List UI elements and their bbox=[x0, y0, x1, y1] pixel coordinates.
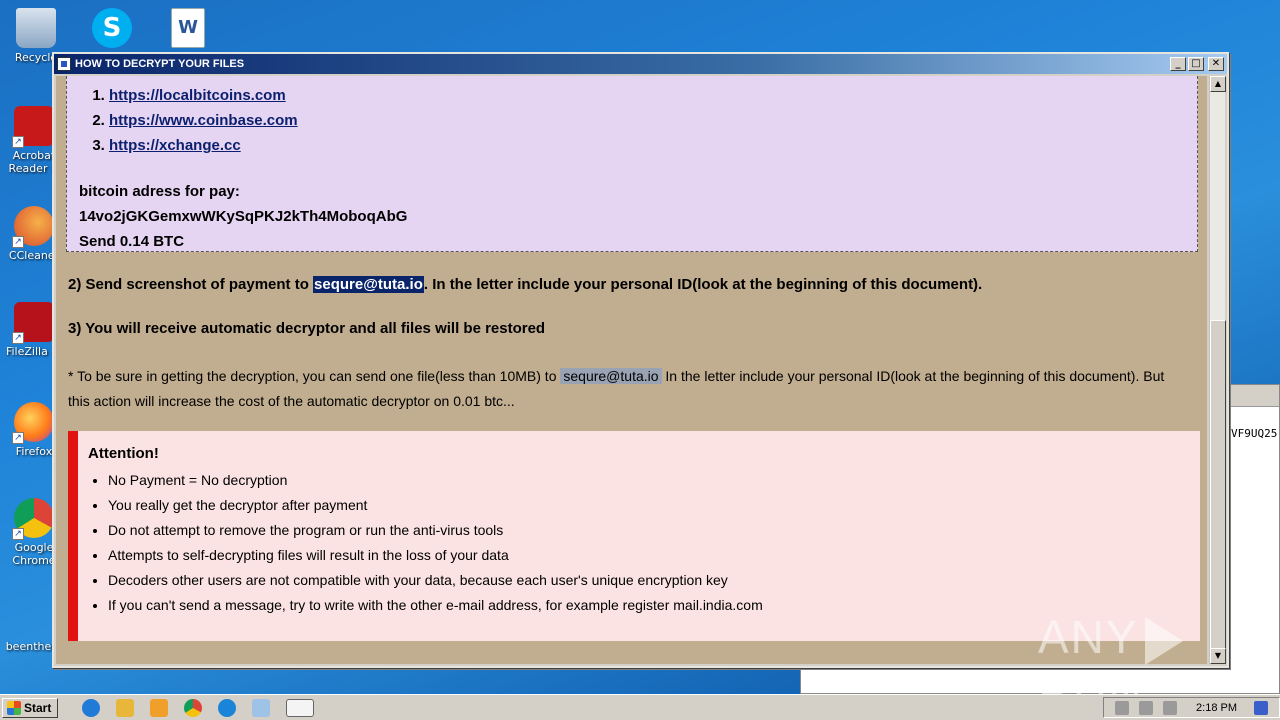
exchange-link-localbitcoins[interactable]: https://localbitcoins.com bbox=[109, 87, 286, 104]
attention-box: Attention! No Payment = No decryption Yo… bbox=[68, 431, 1200, 641]
vertical-scrollbar[interactable]: ▲ ▼ bbox=[1209, 76, 1226, 664]
word-document-icon: W bbox=[171, 8, 205, 48]
list-item: https://www.coinbase.com bbox=[109, 111, 1187, 136]
list-item: https://localbitcoins.com bbox=[109, 86, 1187, 111]
attention-title: Attention! bbox=[88, 445, 159, 462]
quick-launch bbox=[74, 698, 322, 717]
attention-list: No Payment = No decryption You really ge… bbox=[88, 470, 1188, 620]
list-item: If you can't send a message, try to writ… bbox=[108, 595, 1188, 620]
shortcut-arrow-icon: ↗ bbox=[12, 136, 24, 148]
step-3-text: 3) You will receive automatic decryptor … bbox=[68, 320, 546, 337]
payment-instructions-box: https://localbitcoins.com https://www.co… bbox=[66, 76, 1198, 252]
test-decryption-note: * To be sure in getting the decryption, … bbox=[68, 364, 1188, 414]
bitcoin-payment-block: bitcoin adress for pay: 14vo2jGKGemxwWKy… bbox=[79, 179, 1187, 254]
taskbar: Start 2:18 PM bbox=[0, 694, 1280, 720]
window-app-icon bbox=[57, 57, 71, 71]
background-window-text: VF9UQ25 bbox=[1231, 427, 1278, 440]
list-item: No Payment = No decryption bbox=[108, 470, 1188, 495]
chrome-icon: ↗ bbox=[12, 498, 54, 540]
exchange-list: https://localbitcoins.com https://www.co… bbox=[79, 86, 1187, 161]
note-prefix: * To be sure in getting the decryption, … bbox=[68, 368, 561, 384]
system-tray: 2:18 PM bbox=[1103, 697, 1280, 718]
exchange-link-coinbase[interactable]: https://www.coinbase.com bbox=[109, 112, 298, 129]
list-item: Decoders other users are not compatible … bbox=[108, 570, 1188, 595]
maximize-button[interactable]: □ bbox=[1188, 57, 1204, 71]
start-label: Start bbox=[24, 700, 52, 715]
minimize-button[interactable]: _ bbox=[1170, 57, 1186, 71]
desktop-icon-label: Google Chrome bbox=[12, 541, 56, 567]
ie-icon[interactable] bbox=[82, 698, 101, 717]
volume-icon[interactable] bbox=[1163, 700, 1178, 715]
firefox-icon: ↗ bbox=[12, 402, 54, 444]
explorer-icon[interactable] bbox=[116, 698, 135, 717]
shortcut-arrow-icon: ↗ bbox=[12, 528, 24, 540]
close-button[interactable]: ✕ bbox=[1208, 57, 1224, 71]
show-desktop-icon[interactable] bbox=[1254, 700, 1268, 715]
note-email[interactable]: sequre@tuta.io bbox=[560, 368, 662, 384]
document-view[interactable]: https://localbitcoins.com https://www.co… bbox=[56, 76, 1207, 664]
recycle-bin-icon bbox=[16, 8, 56, 48]
action-center-flag-icon[interactable] bbox=[1115, 700, 1130, 715]
desktop-icon-skype[interactable]: S bbox=[80, 8, 144, 51]
list-item: https://xchange.cc bbox=[109, 136, 1187, 161]
shortcut-arrow-icon: ↗ bbox=[12, 332, 24, 344]
media-player-icon[interactable] bbox=[150, 698, 169, 717]
desktop-icon-word[interactable]: W bbox=[156, 8, 220, 51]
edge-icon[interactable] bbox=[218, 698, 237, 717]
acrobat-icon: ↗ bbox=[12, 106, 54, 148]
list-item: Attempts to self-decrypting files will r… bbox=[108, 545, 1188, 570]
start-button[interactable]: Start bbox=[2, 697, 59, 718]
btc-amount: Send 0.14 BTC bbox=[79, 233, 185, 250]
scroll-thumb[interactable] bbox=[1210, 320, 1226, 650]
step-2-prefix: 2) Send screenshot of payment to bbox=[68, 276, 314, 293]
watermark-left: ANY bbox=[1038, 611, 1139, 663]
ransom-note-window[interactable]: HOW TO DECRYPT YOUR FILES _ □ ✕ https://… bbox=[52, 52, 1229, 668]
windows-flag-icon bbox=[7, 700, 21, 715]
ccleaner-icon: ↗ bbox=[12, 206, 54, 248]
filezilla-icon: ↗ bbox=[12, 302, 54, 344]
play-icon bbox=[1144, 616, 1183, 665]
list-item: Do not attempt to remove the program or … bbox=[108, 520, 1188, 545]
step-2-suffix: . In the letter include your personal ID… bbox=[423, 276, 983, 293]
window-titlebar[interactable]: HOW TO DECRYPT YOUR FILES _ □ ✕ bbox=[54, 54, 1227, 74]
shortcut-arrow-icon: ↗ bbox=[12, 432, 24, 444]
btc-address-label: bitcoin adress for pay: bbox=[79, 183, 240, 200]
exchange-link-xchange[interactable]: https://xchange.cc bbox=[109, 137, 241, 154]
btc-address: 14vo2jGKGemxwWKySqPKJ2kTh4MoboqAbG bbox=[79, 208, 408, 225]
chrome-icon[interactable] bbox=[184, 698, 203, 717]
desktop-icon-label: Recycle bbox=[14, 51, 58, 64]
desktop-icon-label: Firefox bbox=[15, 445, 53, 458]
shortcut-arrow-icon: ↗ bbox=[12, 236, 24, 248]
notepad-icon[interactable] bbox=[252, 698, 271, 717]
step-2-email[interactable]: sequre@tuta.io bbox=[313, 276, 424, 293]
network-icon[interactable] bbox=[1139, 700, 1154, 715]
window-title: HOW TO DECRYPT YOUR FILES bbox=[75, 58, 245, 70]
scroll-up-button[interactable]: ▲ bbox=[1210, 76, 1226, 92]
step-2-text: 2) Send screenshot of payment to sequre@… bbox=[68, 276, 982, 293]
clock[interactable]: 2:18 PM bbox=[1196, 702, 1237, 714]
active-window-icon[interactable] bbox=[286, 698, 315, 717]
skype-icon: S bbox=[92, 8, 132, 48]
list-item: You really get the decryptor after payme… bbox=[108, 495, 1188, 520]
